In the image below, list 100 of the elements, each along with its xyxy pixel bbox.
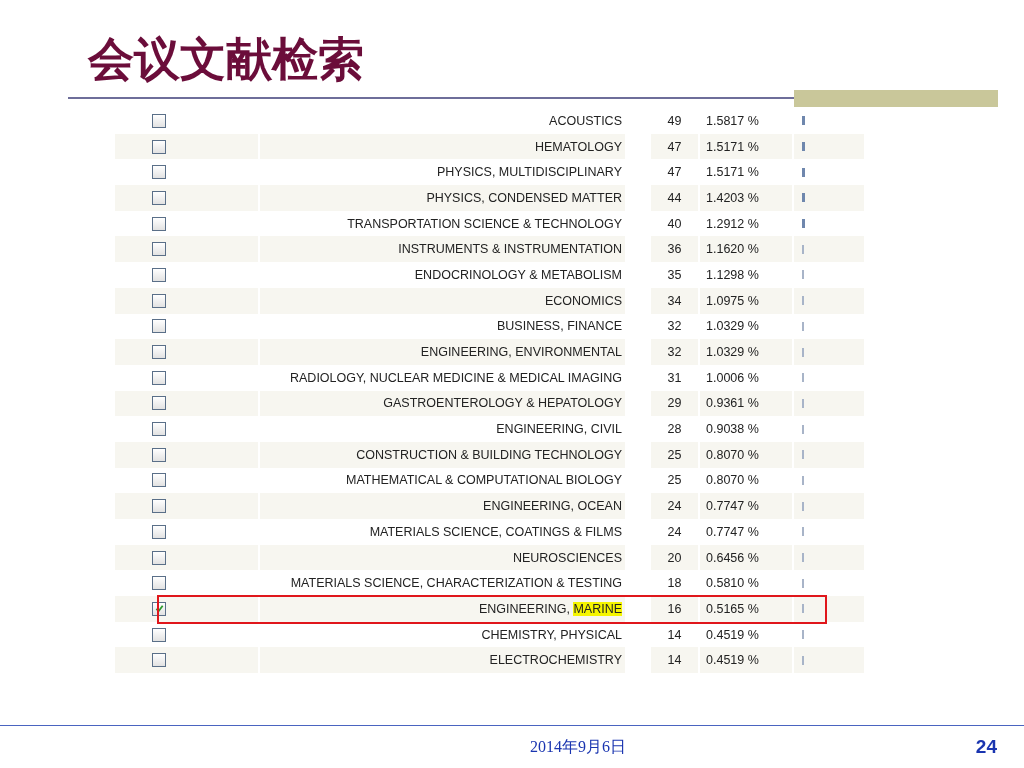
category-name: INSTRUMENTS & INSTRUMENTATION bbox=[398, 242, 622, 257]
bar-mark bbox=[802, 578, 804, 588]
checkbox[interactable] bbox=[152, 447, 166, 462]
bar-mark bbox=[802, 373, 804, 383]
bar-mark bbox=[802, 630, 804, 640]
record-count: 32 bbox=[667, 319, 682, 334]
category-name: MATERIALS SCIENCE, COATINGS & FILMS bbox=[369, 524, 622, 539]
category-name: MATERIALS SCIENCE, CHARACTERIZATION & TESTING bbox=[290, 576, 622, 591]
page-number: 24 bbox=[975, 736, 997, 758]
percentage: 1.0329 % bbox=[706, 345, 759, 360]
checkbox[interactable] bbox=[152, 653, 166, 668]
record-count: 34 bbox=[667, 293, 682, 308]
bar-mark bbox=[802, 296, 804, 306]
category-name: ENGINEERING, OCEAN bbox=[483, 499, 622, 514]
percentage: 0.7747 % bbox=[706, 499, 759, 514]
percentage: 0.7747 % bbox=[706, 524, 759, 539]
category-name: MATHEMATICAL & COMPUTATIONAL BIOLOGY bbox=[346, 473, 622, 488]
percentage: 0.9361 % bbox=[706, 396, 759, 411]
checkbox[interactable] bbox=[152, 216, 166, 231]
record-count: 49 bbox=[667, 113, 682, 128]
checkbox[interactable] bbox=[152, 267, 166, 282]
category-name: ENGINEERING, ENVIRONMENTAL bbox=[420, 345, 622, 360]
checkbox[interactable] bbox=[152, 242, 166, 257]
category-name: ACOUSTICS bbox=[549, 113, 622, 128]
category-name: HEMATOLOGY bbox=[534, 139, 622, 154]
percentage: 1.0006 % bbox=[706, 370, 759, 385]
bar-mark bbox=[802, 270, 804, 280]
bar-mark bbox=[802, 501, 804, 511]
record-count: 24 bbox=[667, 524, 682, 539]
checkbox[interactable] bbox=[152, 576, 166, 591]
percentage: 1.5171 % bbox=[706, 165, 759, 180]
checkbox[interactable] bbox=[152, 499, 166, 514]
record-count: 14 bbox=[667, 627, 682, 642]
category-name: ECONOMICS bbox=[544, 293, 622, 308]
category-name: NEUROSCIENCES bbox=[512, 550, 622, 565]
checkbox[interactable] bbox=[152, 113, 166, 128]
bar-mark bbox=[802, 553, 804, 563]
category-name: CONSTRUCTION & BUILDING TECHNOLOGY bbox=[356, 447, 622, 462]
checkbox[interactable] bbox=[152, 627, 166, 642]
record-count: 18 bbox=[667, 576, 682, 591]
checkbox[interactable] bbox=[152, 293, 166, 308]
record-count: 47 bbox=[667, 165, 682, 180]
bar-mark bbox=[802, 424, 804, 434]
bar-mark bbox=[802, 398, 804, 408]
percentage: 0.4519 % bbox=[706, 627, 759, 642]
percentage: 1.0975 % bbox=[706, 293, 759, 308]
record-count: 35 bbox=[667, 267, 682, 282]
checkbox[interactable] bbox=[152, 550, 166, 565]
percentage: 1.5171 % bbox=[706, 139, 759, 154]
bar-mark bbox=[802, 527, 804, 537]
record-count: 16 bbox=[667, 601, 682, 616]
bar-mark bbox=[802, 193, 805, 203]
record-count: 36 bbox=[667, 242, 682, 257]
record-count: 25 bbox=[667, 473, 682, 488]
category-name: CHEMISTRY, PHYSICAL bbox=[481, 627, 622, 642]
record-count: 29 bbox=[667, 396, 682, 411]
checkbox[interactable] bbox=[152, 190, 166, 205]
record-count: 14 bbox=[667, 653, 682, 668]
percentage: 1.1298 % bbox=[706, 267, 759, 282]
checkbox[interactable] bbox=[152, 345, 166, 360]
category-name: ENDOCRINOLOGY & METABOLISM bbox=[414, 267, 622, 282]
checkbox[interactable] bbox=[152, 319, 166, 334]
bar-mark bbox=[802, 347, 804, 357]
checkbox[interactable] bbox=[152, 473, 166, 488]
record-count: 47 bbox=[667, 139, 682, 154]
checkbox[interactable] bbox=[152, 370, 166, 385]
record-count: 32 bbox=[667, 345, 682, 360]
percentage: 1.2912 % bbox=[706, 216, 759, 231]
bar-mark bbox=[802, 450, 804, 460]
percentage: 0.8070 % bbox=[706, 447, 759, 462]
checkbox[interactable] bbox=[152, 165, 166, 180]
checkbox[interactable] bbox=[152, 524, 166, 539]
category-name: PHYSICS, MULTIDISCIPLINARY bbox=[437, 165, 622, 180]
bar-mark bbox=[802, 475, 804, 485]
category-name: GASTROENTEROLOGY & HEPATOLOGY bbox=[383, 396, 622, 411]
record-count: 44 bbox=[667, 190, 682, 205]
percentage: 0.5810 % bbox=[706, 576, 759, 591]
percentage: 0.4519 % bbox=[706, 653, 759, 668]
bar-mark bbox=[802, 321, 804, 331]
bar-mark bbox=[802, 244, 804, 254]
record-count: 31 bbox=[667, 370, 682, 385]
percentage: 1.4203 % bbox=[706, 190, 759, 205]
bar-mark bbox=[802, 655, 804, 665]
record-count: 20 bbox=[667, 550, 682, 565]
category-name: RADIOLOGY, NUCLEAR MEDICINE & MEDICAL IMAGING bbox=[290, 370, 622, 385]
slide-title: 会议文献检索 bbox=[88, 31, 364, 88]
category-name: ENGINEERING, CIVIL bbox=[496, 422, 622, 437]
category-name: PHYSICS, CONDENSED MATTER bbox=[426, 190, 622, 205]
bar-mark bbox=[802, 219, 805, 229]
checkbox[interactable] bbox=[152, 422, 166, 437]
checkbox[interactable] bbox=[152, 396, 166, 411]
bar-mark bbox=[802, 116, 805, 126]
category-name: TRANSPORTATION SCIENCE & TECHNOLOGY bbox=[347, 216, 622, 231]
category-name: ELECTROCHEMISTRY bbox=[489, 653, 622, 668]
checkbox[interactable] bbox=[152, 139, 166, 154]
bar-mark bbox=[802, 604, 804, 614]
bar-mark bbox=[802, 142, 805, 152]
percentage: 1.0329 % bbox=[706, 319, 759, 334]
percentage: 1.1620 % bbox=[706, 242, 759, 257]
percentage: 0.5165 % bbox=[706, 601, 759, 616]
